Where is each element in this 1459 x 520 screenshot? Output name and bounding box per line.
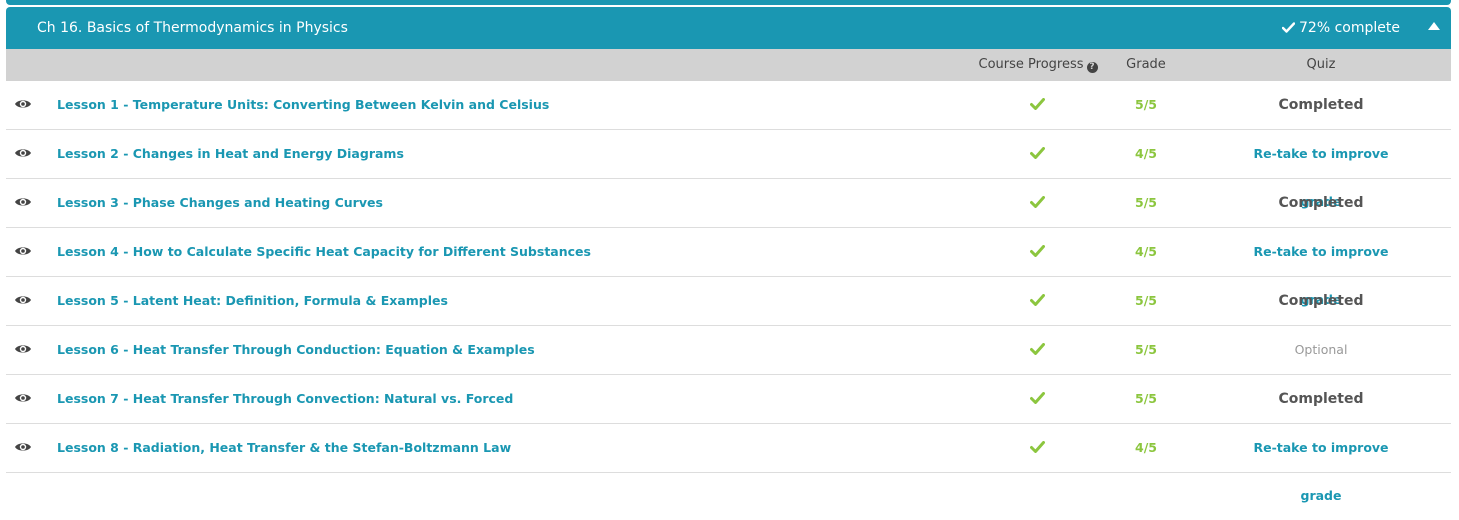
lesson-row: Lesson 4 - How to Calculate Specific Hea… [6, 228, 1451, 307]
lesson-list: Lesson 1 - Temperature Units: Converting… [6, 81, 1451, 503]
previous-chapter-edge [6, 0, 1451, 5]
eye-icon[interactable] [14, 245, 32, 257]
checkmark-icon [1030, 245, 1045, 257]
lesson-grade: 4/5 [1135, 146, 1157, 161]
lesson-link[interactable]: Lesson 4 - How to Calculate Specific Hea… [57, 228, 591, 276]
eye-icon[interactable] [14, 343, 32, 355]
quiz-status: Completed [1278, 195, 1364, 211]
checkmark-icon [1030, 98, 1045, 110]
chapter-progress: 72% complete [1281, 7, 1400, 49]
lesson-row: Lesson 8 - Radiation, Heat Transfer & th… [6, 424, 1451, 503]
lesson-grade: 4/5 [1135, 244, 1157, 259]
eye-icon[interactable] [14, 196, 32, 208]
lesson-row: Lesson 5 - Latent Heat: Definition, Form… [6, 277, 1451, 326]
quiz-status: Completed [1278, 391, 1364, 407]
checkmark-icon [1030, 294, 1045, 306]
retake-quiz-link[interactable]: Re-take to improve grade [1236, 424, 1406, 520]
column-header-grade: Grade [1126, 57, 1166, 72]
eye-icon[interactable] [14, 147, 32, 159]
eye-icon[interactable] [14, 441, 32, 453]
eye-icon[interactable] [14, 392, 32, 404]
lesson-link[interactable]: Lesson 1 - Temperature Units: Converting… [57, 81, 549, 129]
checkmark-icon [1030, 441, 1045, 453]
eye-icon[interactable] [14, 98, 32, 110]
lesson-row: Lesson 3 - Phase Changes and Heating Cur… [6, 179, 1451, 228]
checkmark-icon [1030, 392, 1045, 404]
column-header-course-progress: Course Progress? [973, 49, 1103, 81]
lesson-row: Lesson 6 - Heat Transfer Through Conduct… [6, 326, 1451, 375]
chapter-progress-text: 72% complete [1299, 20, 1400, 36]
chapter-title: Ch 16. Basics of Thermodynamics in Physi… [37, 20, 348, 36]
lesson-row: Lesson 2 - Changes in Heat and Energy Di… [6, 130, 1451, 209]
chapter-header[interactable]: Ch 16. Basics of Thermodynamics in Physi… [6, 7, 1451, 49]
lesson-link[interactable]: Lesson 2 - Changes in Heat and Energy Di… [57, 130, 404, 178]
help-icon[interactable]: ? [1086, 62, 1098, 73]
checkmark-icon [1030, 343, 1045, 355]
column-header-row: Course Progress? Grade Quiz [6, 49, 1451, 81]
quiz-status: Completed [1278, 97, 1364, 113]
lesson-link[interactable]: Lesson 7 - Heat Transfer Through Convect… [57, 375, 513, 423]
column-header-course-progress-label: Course Progress [978, 57, 1084, 72]
lesson-grade: 5/5 [1135, 342, 1157, 357]
lesson-grade: 4/5 [1135, 440, 1157, 455]
lesson-row: Lesson 1 - Temperature Units: Converting… [6, 81, 1451, 130]
lesson-link[interactable]: Lesson 3 - Phase Changes and Heating Cur… [57, 179, 383, 227]
lesson-link[interactable]: Lesson 5 - Latent Heat: Definition, Form… [57, 277, 448, 325]
quiz-status: Completed [1278, 293, 1364, 309]
checkmark-icon [1030, 196, 1045, 208]
lesson-grade: 5/5 [1135, 391, 1157, 406]
quiz-status: Optional [1294, 342, 1348, 357]
checkmark-icon [1281, 22, 1296, 33]
caret-up-icon[interactable] [1428, 22, 1440, 30]
lesson-link[interactable]: Lesson 6 - Heat Transfer Through Conduct… [57, 326, 535, 374]
checkmark-icon [1030, 147, 1045, 159]
lesson-link[interactable]: Lesson 8 - Radiation, Heat Transfer & th… [57, 424, 511, 472]
lesson-row: Lesson 7 - Heat Transfer Through Convect… [6, 375, 1451, 424]
lesson-grade: 5/5 [1135, 293, 1157, 308]
lesson-grade: 5/5 [1135, 195, 1157, 210]
lesson-grade: 5/5 [1135, 97, 1157, 112]
eye-icon[interactable] [14, 294, 32, 306]
column-header-quiz: Quiz [1306, 57, 1336, 72]
